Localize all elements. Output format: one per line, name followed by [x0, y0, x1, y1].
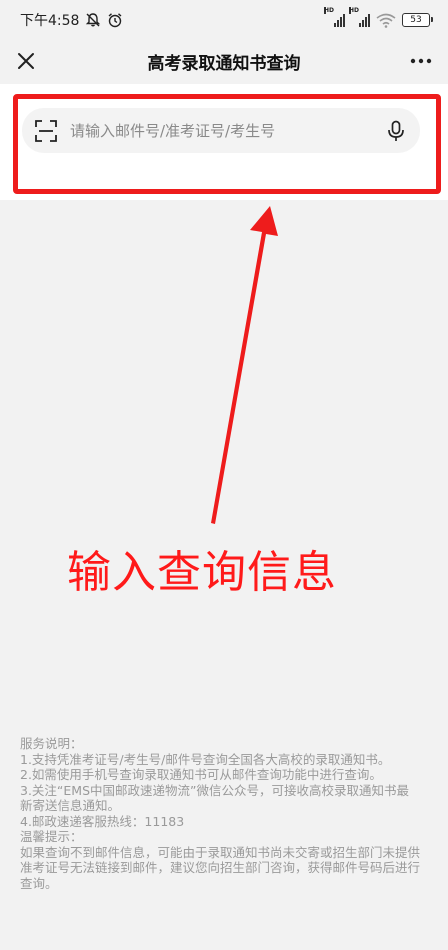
status-right: HD HD 53 [324, 7, 433, 28]
page-title: 高考录取通知书查询 [147, 53, 301, 74]
notes-item: 1.支持凭准考证号/考生号/邮件号查询全国各大高校的录取通知书。 [20, 751, 391, 767]
tip-heading: 温馨提示： [20, 829, 83, 844]
nav-bar: 高考录取通知书查询 [0, 40, 448, 82]
alarm-clock-icon [108, 13, 122, 28]
annotation-text: 输入查询信息 [67, 547, 337, 598]
status-left: 下午4:58 [20, 10, 123, 30]
close-icon[interactable] [14, 49, 38, 73]
notes-heading: 服务说明： [20, 736, 83, 751]
battery-level: 53 [410, 15, 422, 25]
notes-item: 4.邮政速递客服热线：11183 [20, 813, 185, 829]
notes-item: 3.关注“EMS中国邮政速递物流”微信公众号，可接收高校录取通知书最新寄送信息通… [20, 782, 409, 814]
notes-item: 2.如需使用手机号查询录取通知书可从邮件查询功能中进行查询。 [20, 767, 382, 782]
status-time: 下午4:58 [20, 13, 80, 29]
page: 下午4:58 HD HD 53 高考录取通知书查询 请输入邮件号/准考证号/考生… [0, 0, 448, 950]
more-icon[interactable] [408, 49, 434, 73]
signal-2-icon: HD [349, 7, 370, 27]
highlight-box [13, 94, 441, 194]
status-bar: 下午4:58 HD HD 53 [0, 0, 448, 40]
service-notes: 服务说明： 1.支持凭准考证号/考生号/邮件号查询全国各大高校的录取通知书。 2… [20, 736, 420, 891]
mute-bell-icon [86, 13, 101, 27]
tip-text: 如果查询不到邮件信息，可能由于录取通知书尚未交寄或招生部门未提供准考证号无法链接… [20, 844, 421, 891]
wifi-icon [376, 13, 396, 28]
signal-1-icon: HD [324, 7, 345, 27]
battery-icon: 53 [402, 13, 433, 27]
